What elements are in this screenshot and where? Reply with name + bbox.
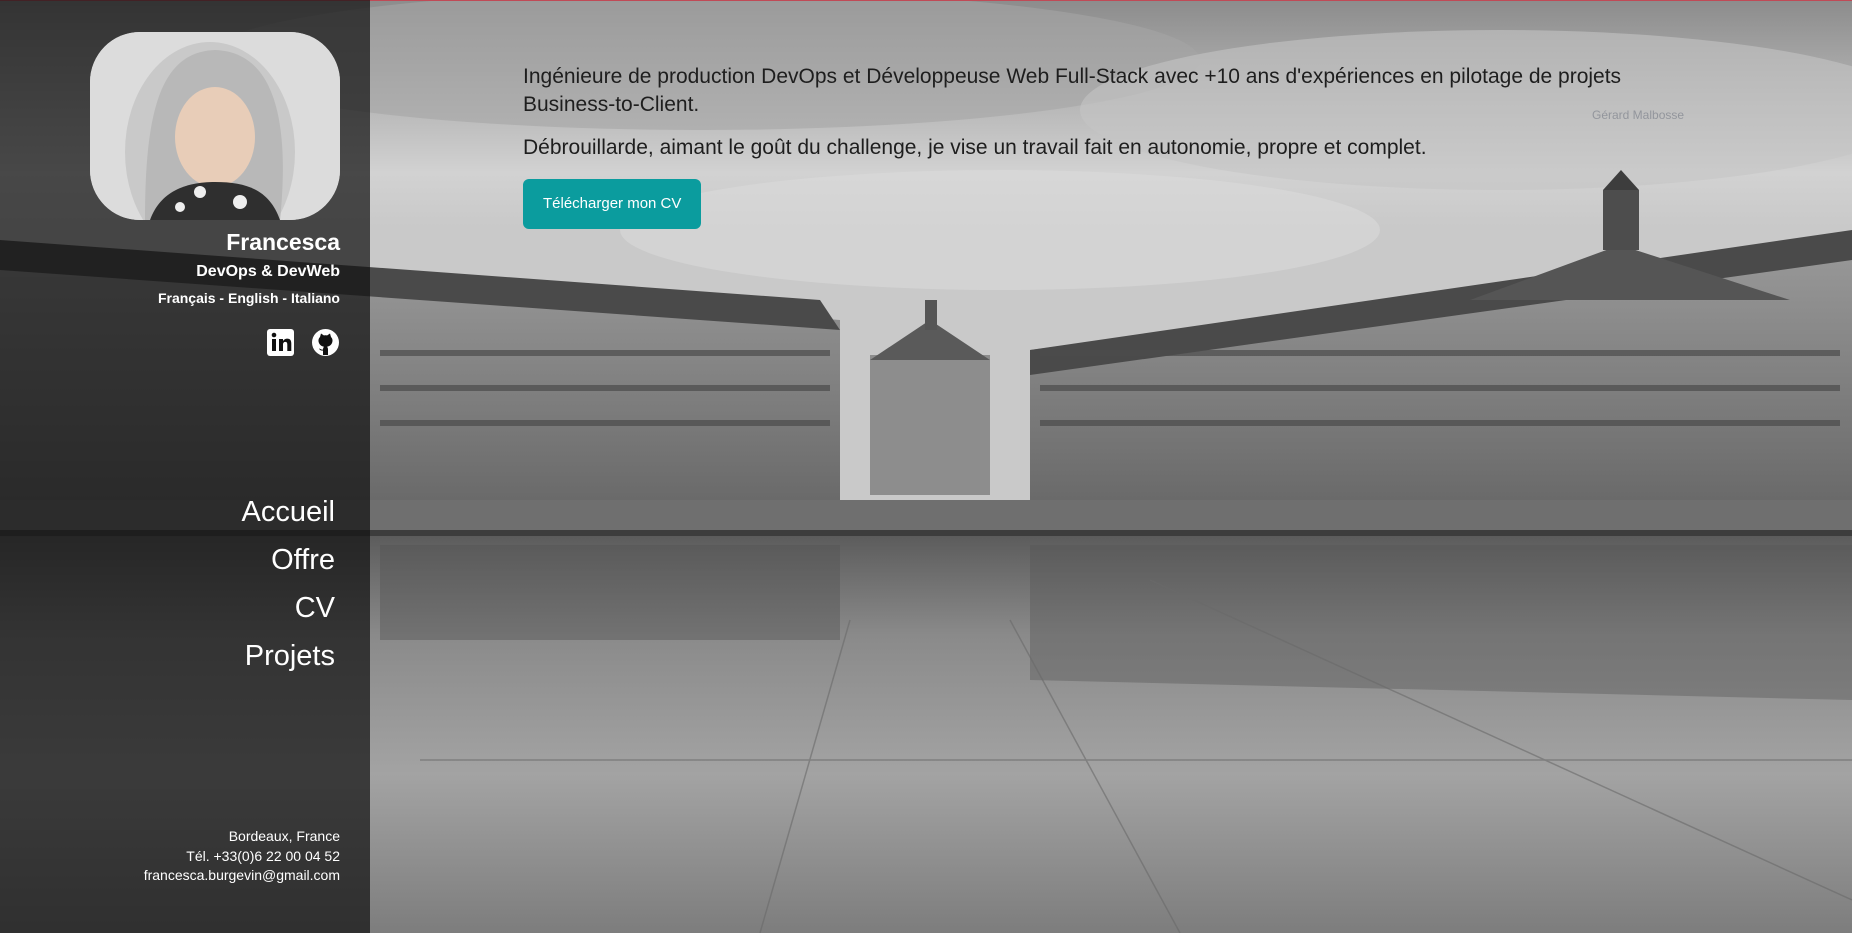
main-navigation: Accueil Offre CV Projets — [242, 488, 336, 680]
contact-city: Bordeaux, France — [228, 828, 340, 844]
nav-item-projets[interactable]: Projets — [242, 632, 335, 680]
contact-info: Bordeaux, France Tél. +33(0)6 22 00 04 5… — [144, 827, 340, 886]
intro-paragraph-2: Débrouillarde, aimant le goût du challen… — [523, 136, 1427, 159]
intro-paragraph-1: Ingénieure de production DevOps et Dével… — [523, 65, 1622, 116]
nav-item-cv[interactable]: CV — [242, 584, 335, 632]
profile-languages: Français - English - Italiano — [157, 290, 340, 306]
github-icon[interactable] — [311, 328, 340, 357]
intro-section: Ingénieure de production DevOps et Dével… — [523, 63, 1623, 229]
nav-item-offre[interactable]: Offre — [242, 536, 335, 584]
avatar — [90, 32, 340, 220]
linkedin-icon[interactable] — [266, 328, 295, 357]
contact-email[interactable]: francesca.burgevin@gmail.com — [144, 866, 340, 886]
profile-name: Francesca — [226, 229, 340, 255]
contact-phone[interactable]: Tél. +33(0)6 22 00 04 52 — [144, 847, 340, 867]
download-cv-button[interactable]: Télécharger mon CV — [523, 179, 702, 229]
nav-item-accueil[interactable]: Accueil — [242, 488, 336, 536]
social-links — [266, 328, 340, 357]
sidebar: Francesca DevOps & DevWeb Français - Eng… — [0, 0, 370, 933]
profile-role: DevOps & DevWeb — [196, 263, 340, 280]
